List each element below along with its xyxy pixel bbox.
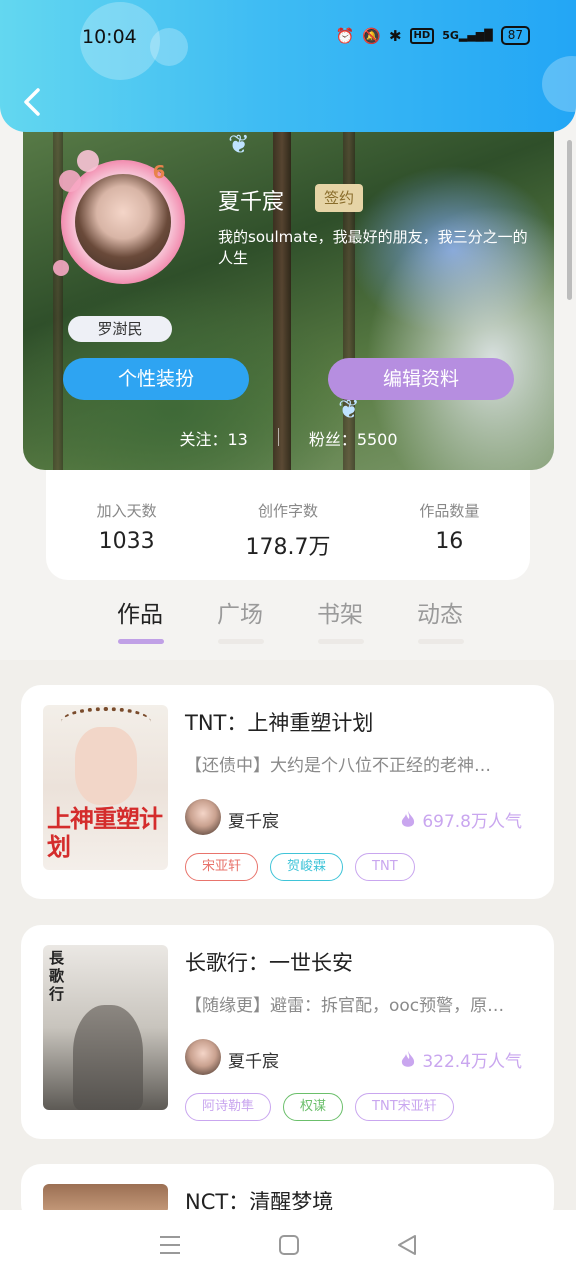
system-nav-bar — [0, 1210, 576, 1280]
signal-icon: 5G▂▄▆█ — [442, 29, 493, 42]
popularity: 322.4万人气 — [400, 1047, 522, 1072]
tag[interactable]: TNT宋亚轩 — [355, 1093, 454, 1121]
work-tags: 阿诗勒隼 权谋 TNT宋亚轩 — [185, 1093, 454, 1121]
follow-stats: 关注：13 粉丝：5500 — [23, 426, 554, 450]
author-avatar[interactable] — [185, 1039, 221, 1075]
signed-badge: 签约 — [315, 184, 363, 212]
user-bio: 我的soulmate，我最好的朋友，我三分之一的人生 — [218, 228, 528, 267]
flower-decoration — [53, 260, 69, 276]
butterfly-icon: ❦ — [228, 130, 250, 160]
banner-tree — [273, 110, 291, 470]
tab-indicator — [418, 639, 464, 644]
stat-value: 16 — [435, 529, 464, 554]
stat-word-count: 创作字数 178.7万 — [207, 468, 368, 580]
work-description: 【随缘更】避雷：拆官配，ooc预警，原… — [185, 996, 505, 1016]
tab-label: 书架 — [317, 602, 363, 628]
header-bubble-small — [150, 28, 188, 66]
status-time: 10:04 — [82, 26, 137, 48]
tab-indicator — [218, 639, 264, 644]
tag[interactable]: 宋亚轩 — [185, 853, 259, 881]
stat-join-days: 加入天数 1033 — [46, 468, 207, 580]
tab-activity[interactable]: 动态 — [400, 595, 480, 651]
divider — [277, 428, 279, 446]
work-card[interactable]: 上神重塑计划 TNT：上神重塑计划 【还债中】大约是个八位不正经的老神… 夏千宸… — [21, 685, 554, 899]
hd-icon: HD — [409, 27, 435, 44]
flower-decoration — [59, 170, 81, 192]
author-name[interactable]: 夏千宸 — [228, 807, 279, 832]
tab-label: 动态 — [417, 602, 463, 628]
tab-label: 广场 — [217, 602, 263, 628]
tab-square[interactable]: 广场 — [200, 595, 280, 651]
tab-indicator — [318, 639, 364, 644]
back-button[interactable] — [18, 82, 50, 122]
tag[interactable]: 贺峻霖 — [270, 853, 344, 881]
edit-profile-button[interactable]: 编辑资料 — [328, 358, 514, 400]
cover-title: 長歌行 — [49, 949, 65, 1003]
stat-label: 作品数量 — [419, 502, 480, 520]
battery-icon: 87 — [500, 26, 530, 45]
stat-works-count: 作品数量 16 — [369, 468, 530, 580]
author-name[interactable]: 夏千宸 — [228, 1047, 279, 1072]
stat-label: 创作字数 — [257, 502, 318, 520]
cover-art — [75, 727, 137, 805]
dress-up-button[interactable]: 个性装扮 — [63, 358, 249, 400]
tab-bookshelf[interactable]: 书架 — [300, 595, 380, 651]
header-bubble-right — [542, 56, 576, 112]
nickname-tag: 罗澍民 — [68, 316, 172, 342]
mute-icon: 🔕 — [362, 26, 381, 45]
tag[interactable]: 权谋 — [283, 1093, 344, 1121]
flame-icon — [402, 1050, 415, 1067]
profile-tabs: 作品 广场 书架 动态 — [100, 595, 480, 651]
work-cover[interactable]: 長歌行 — [43, 945, 168, 1110]
flame-icon — [402, 810, 415, 827]
work-cover[interactable]: 上神重塑计划 — [43, 705, 168, 870]
work-card[interactable]: 長歌行 长歌行：一世长安 【随缘更】避雷：拆官配，ooc预警，原… 夏千宸 32… — [21, 925, 554, 1139]
stat-label: 加入天数 — [96, 502, 157, 520]
cover-title: 上神重塑计划 — [47, 805, 163, 861]
work-title[interactable]: 长歌行：一世长安 — [185, 947, 353, 977]
home-icon[interactable] — [278, 1234, 300, 1256]
work-tags: 宋亚轩 贺峻霖 TNT — [185, 853, 415, 881]
tab-works[interactable]: 作品 — [100, 595, 180, 651]
tag[interactable]: TNT — [355, 853, 415, 881]
stat-value: 178.7万 — [245, 535, 331, 560]
stat-value: 1033 — [98, 529, 155, 554]
top-header: 10:04 ⏰ 🔕 ✱ HD 5G▂▄▆█ 87 — [0, 0, 576, 132]
fans-count[interactable]: 粉丝：5500 — [309, 426, 398, 450]
tab-label: 作品 — [117, 602, 163, 628]
work-description: 【还债中】大约是个八位不正经的老神… — [185, 756, 491, 776]
alarm-icon: ⏰ — [335, 26, 355, 45]
scrollbar[interactable] — [567, 140, 572, 300]
tab-indicator — [118, 639, 164, 644]
popularity-value: 697.8万人气 — [422, 812, 522, 832]
tag[interactable]: 阿诗勒隼 — [185, 1093, 272, 1121]
author-avatar[interactable] — [185, 799, 221, 835]
chevron-left-icon — [24, 88, 40, 116]
work-title[interactable]: TNT：上神重塑计划 — [185, 707, 373, 737]
flower-decoration — [77, 150, 99, 172]
popularity-value: 322.4万人气 — [422, 1052, 522, 1072]
banner-tree — [53, 110, 63, 470]
level-badge: 6 — [152, 162, 166, 183]
popularity: 697.8万人气 — [400, 807, 522, 832]
profile-banner: ❦ ❦ 6 罗澍民 夏千宸 签约 我的soulmate，我最好的朋友，我三分之一… — [23, 110, 554, 470]
back-triangle-icon[interactable] — [396, 1234, 418, 1256]
menu-icon[interactable] — [158, 1234, 182, 1256]
stats-card: 加入天数 1033 创作字数 178.7万 作品数量 16 — [46, 468, 530, 580]
following-count[interactable]: 关注：13 — [179, 426, 247, 450]
user-name: 夏千宸 — [218, 190, 285, 215]
cover-art — [73, 1005, 143, 1110]
status-icons: ⏰ 🔕 ✱ HD 5G▂▄▆█ 87 — [336, 26, 530, 45]
bluetooth-icon: ✱ — [388, 26, 402, 45]
